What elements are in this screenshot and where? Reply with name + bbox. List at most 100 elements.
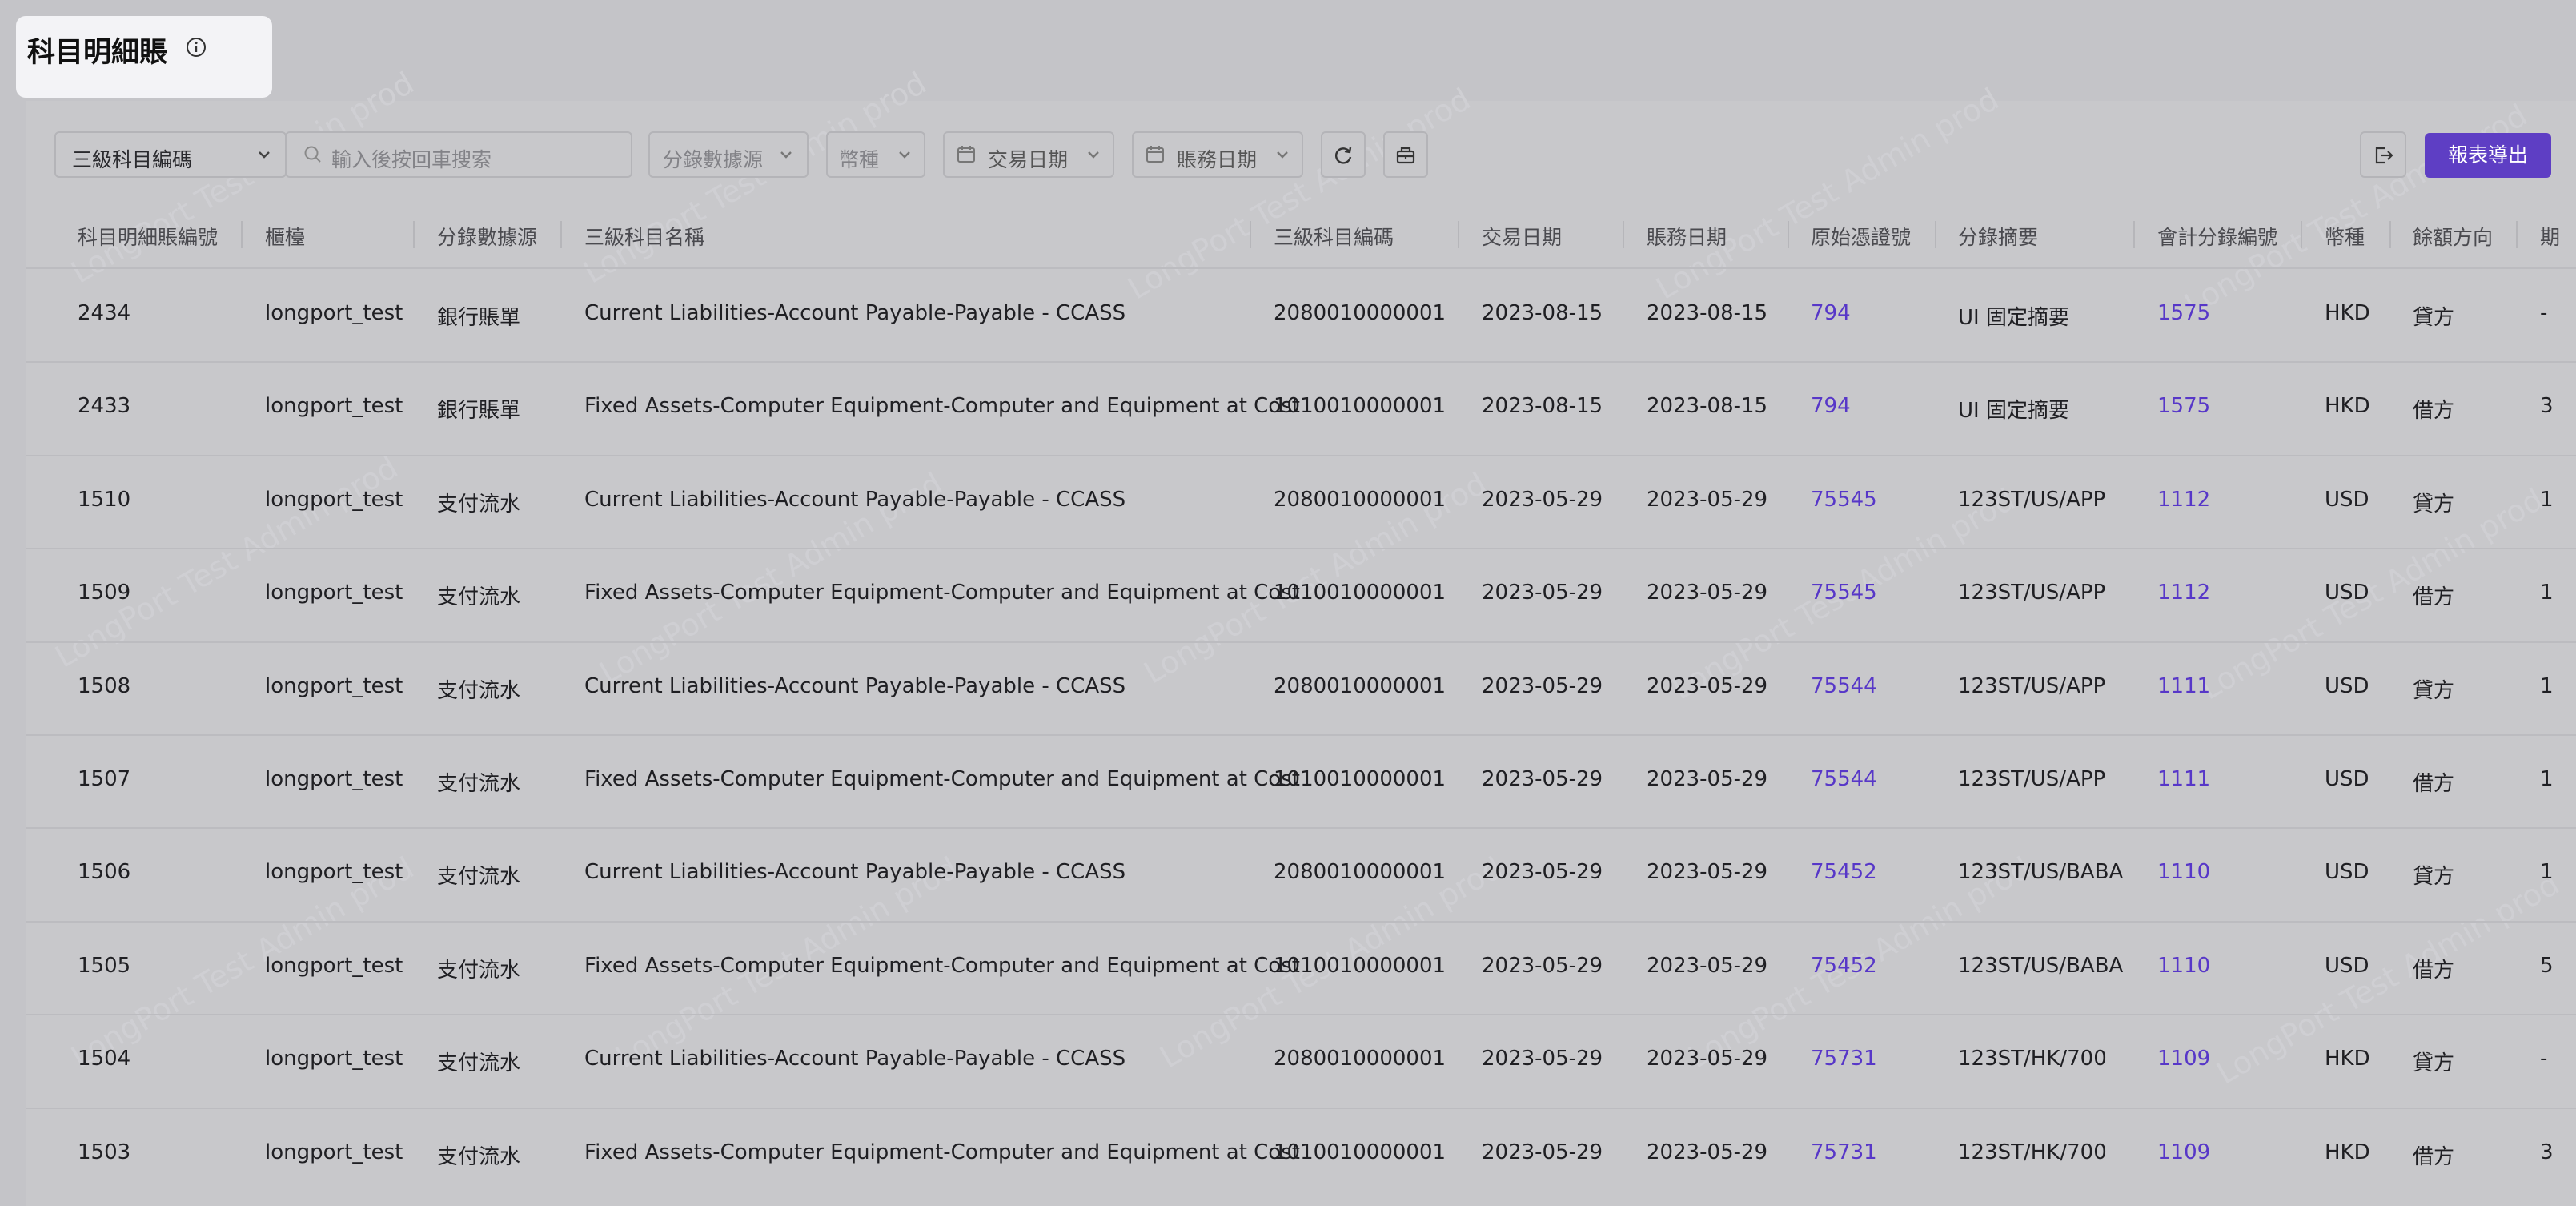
cell-account-name: Fixed Assets-Computer Equipment-Computer… [584,394,1300,418]
cell-direction: 貸方 [2413,492,2455,517]
cell-currency: HKD [2325,394,2370,418]
cell-ledger-date: 2023-05-29 [1647,1140,1768,1164]
column-divider[interactable] [2301,221,2302,248]
cell-entry-no[interactable]: 1109 [2157,1047,2210,1071]
cell-ledger-id: 1508 [78,674,131,698]
cell-ledger-id: 1504 [78,1047,131,1071]
cell-trade-date: 2023-05-29 [1482,581,1603,605]
cell-currency: USD [2325,581,2369,605]
cell-voucher-no[interactable]: 75731 [1811,1140,1877,1164]
cell-account-name: Fixed Assets-Computer Equipment-Computer… [584,1140,1300,1164]
column-divider[interactable] [1458,221,1459,248]
cell-direction: 借方 [2413,585,2455,609]
cell-voucher-no[interactable]: 75452 [1811,860,1877,884]
search-input[interactable]: 輸入後按回車搜索 [285,131,632,178]
column-divider[interactable] [413,221,415,248]
cell-voucher-no[interactable]: 75544 [1811,767,1877,791]
cell-direction: 借方 [2413,399,2455,423]
cell-source: 支付流水 [437,865,521,889]
cell-voucher-no[interactable]: 794 [1811,394,1851,418]
cell-period-balance: 5 [2540,954,2554,978]
cell-period-balance: 1 [2540,488,2554,512]
cell-currency: HKD [2325,1140,2370,1164]
cell-entry-no[interactable]: 1111 [2157,674,2210,698]
info-circle-icon[interactable] [186,37,207,58]
column-header-counter[interactable]: 櫃檯 [265,222,305,251]
cell-summary: 123ST/US/APP [1958,488,2106,512]
cell-account-code: 1010010000001 [1274,954,1446,978]
column-header-source[interactable]: 分錄數據源 [437,222,537,251]
column-header-entry-no[interactable]: 會計分錄編號 [2157,222,2277,251]
column-divider[interactable] [2516,221,2518,248]
column-header-ledger-date[interactable]: 賬務日期 [1647,222,1727,251]
column-divider[interactable] [241,221,243,248]
cell-trade-date: 2023-05-29 [1482,767,1603,791]
account-code-select-value: 三級科目編碼 [72,148,193,171]
column-divider[interactable] [560,221,562,248]
column-settings-button[interactable] [1383,131,1428,178]
exit-button[interactable] [2360,131,2406,178]
cell-entry-no[interactable]: 1575 [2157,394,2210,418]
header-border [26,267,2576,269]
column-header-account-name[interactable]: 三級科目名稱 [584,222,704,251]
cell-voucher-no[interactable]: 75545 [1811,581,1877,605]
cell-entry-no[interactable]: 1112 [2157,488,2210,512]
cell-counter: longport_test [265,301,403,325]
column-header-currency[interactable]: 幣種 [2325,222,2365,251]
cell-entry-no[interactable]: 1575 [2157,301,2210,325]
cell-ledger-date: 2023-05-29 [1647,767,1768,791]
account-code-select[interactable]: 三級科目編碼 [54,131,287,178]
cell-currency: USD [2325,860,2369,884]
source-filter-label: 分錄數據源 [663,148,764,171]
cell-voucher-no[interactable]: 75544 [1811,674,1877,698]
cell-voucher-no[interactable]: 75731 [1811,1047,1877,1071]
cell-trade-date: 2023-05-29 [1482,674,1603,698]
cell-voucher-no[interactable]: 794 [1811,301,1851,325]
column-header-ledger-id[interactable]: 科目明細賬編號 [78,222,218,251]
cell-source: 支付流水 [437,492,521,517]
cell-summary: 123ST/US/APP [1958,581,2106,605]
cell-source: 銀行賬單 [437,306,521,330]
trade-date-filter[interactable]: 交易日期 [943,131,1114,178]
chevron-down-icon [259,151,270,159]
chevron-down-icon [1088,151,1099,159]
currency-filter[interactable]: 幣種 [826,131,925,178]
cell-voucher-no[interactable]: 75545 [1811,488,1877,512]
cell-entry-no[interactable]: 1110 [2157,954,2210,978]
column-divider[interactable] [1788,221,1789,248]
cell-entry-no[interactable]: 1112 [2157,581,2210,605]
cell-period-balance: 1 [2540,674,2554,698]
source-filter[interactable]: 分錄數據源 [648,131,809,178]
column-header-voucher-no[interactable]: 原始憑證號 [1811,222,1911,251]
cell-period-balance: 1 [2540,767,2554,791]
report-export-button[interactable]: 報表導出 [2425,133,2551,178]
column-header-direction[interactable]: 餘額方向 [2413,222,2493,251]
cell-summary: UI 固定摘要 [1958,306,2069,330]
cell-account-code: 2080010000001 [1274,674,1446,698]
column-header-summary[interactable]: 分錄摘要 [1958,222,2038,251]
column-header-trade-date[interactable]: 交易日期 [1482,222,1562,251]
column-header-period-balance[interactable]: 期 [2540,222,2560,251]
cell-voucher-no[interactable]: 75452 [1811,954,1877,978]
cell-account-name: Current Liabilities-Account Payable-Paya… [584,1047,1126,1071]
column-divider[interactable] [2133,221,2135,248]
chevron-down-icon [780,151,792,159]
cell-account-name: Current Liabilities-Account Payable-Paya… [584,860,1126,884]
column-divider[interactable] [2389,221,2391,248]
column-divider[interactable] [1250,221,1251,248]
cell-currency: USD [2325,954,2369,978]
cell-entry-no[interactable]: 1111 [2157,767,2210,791]
cell-period-balance: 1 [2540,581,2554,605]
cell-entry-no[interactable]: 1109 [2157,1140,2210,1164]
column-divider[interactable] [1935,221,1936,248]
search-icon [304,146,321,163]
search-placeholder: 輸入後按回車搜索 [331,148,492,171]
cell-currency: HKD [2325,301,2370,325]
ledger-date-filter[interactable]: 賬務日期 [1132,131,1303,178]
cell-entry-no[interactable]: 1110 [2157,860,2210,884]
column-divider[interactable] [1623,221,1624,248]
cell-ledger-id: 1509 [78,581,131,605]
refresh-button[interactable] [1321,131,1366,178]
column-header-account-code[interactable]: 三級科目編碼 [1274,222,1394,251]
row-divider [26,455,2576,456]
